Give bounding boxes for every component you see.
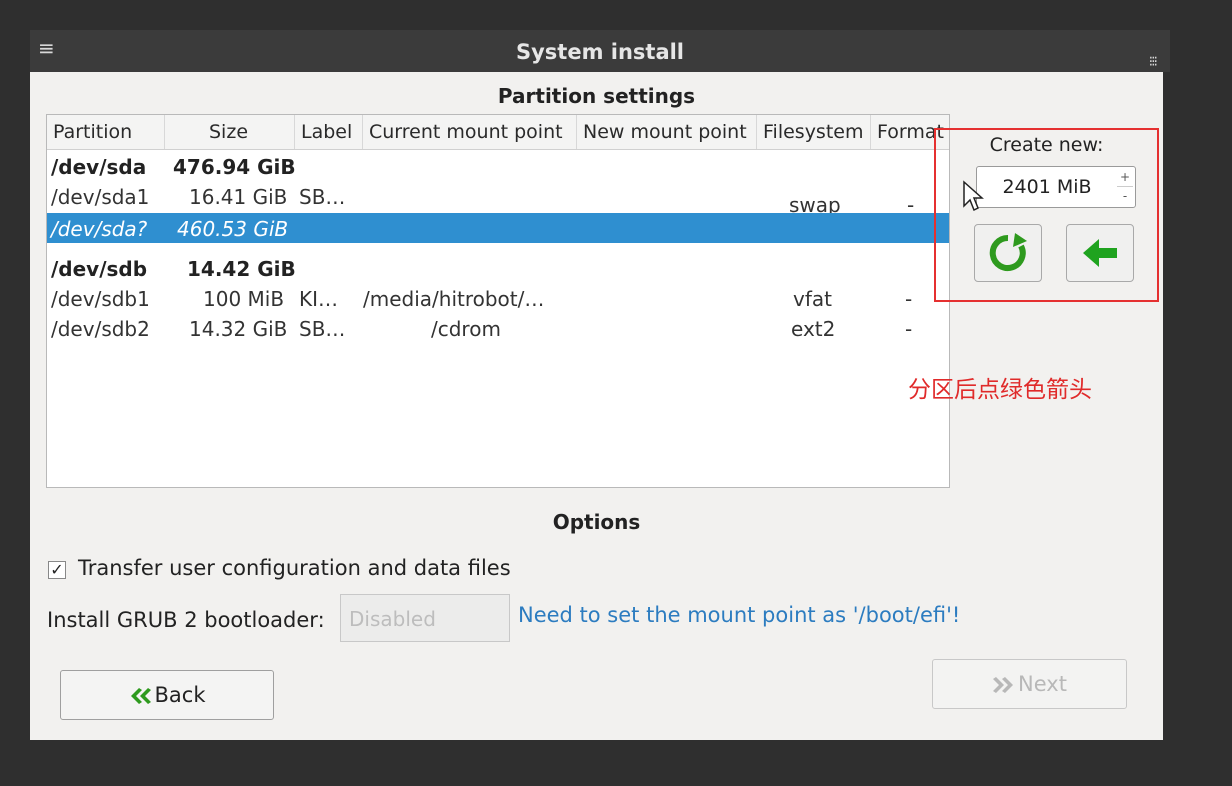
next-label: Next bbox=[1018, 672, 1067, 696]
partition-size: 460.53 GiB bbox=[177, 217, 289, 241]
partition-current-mount: /cdrom bbox=[431, 317, 501, 341]
title-bar: ≡ System install ⁝⁝⁝ bbox=[30, 30, 1170, 72]
partition-size: 14.42 GiB bbox=[187, 257, 296, 281]
column-header-new-mount[interactable]: New mount point bbox=[577, 115, 757, 149]
table-row-selected[interactable]: /dev/sda? 460.53 GiB bbox=[47, 213, 949, 243]
column-header-partition[interactable]: Partition bbox=[47, 115, 165, 149]
partition-name: /dev/sdb bbox=[51, 257, 148, 281]
window-menu-icon[interactable]: ⁝⁝⁝ bbox=[1149, 54, 1158, 70]
partition-size: 16.41 GiB bbox=[189, 185, 288, 209]
transfer-label[interactable]: Transfer user configuration and data fil… bbox=[78, 556, 511, 580]
apply-partition-button[interactable] bbox=[1066, 224, 1134, 282]
back-button[interactable]: Back bbox=[60, 670, 274, 720]
partition-current-mount: /media/hitrobot/… bbox=[363, 287, 545, 311]
spin-down-button[interactable]: - bbox=[1117, 187, 1133, 205]
next-arrows-icon bbox=[993, 677, 1014, 693]
partition-name: /dev/sda1 bbox=[51, 185, 150, 209]
annotation-note: 分区后点绿色箭头 bbox=[908, 377, 1092, 403]
back-arrows-icon bbox=[130, 688, 151, 704]
grub-warning: Need to set the mount point as '/boot/ef… bbox=[518, 603, 961, 627]
partition-size: 100 MiB bbox=[203, 287, 285, 311]
create-new-panel: Create new: + - bbox=[934, 128, 1159, 302]
create-new-label: Create new: bbox=[989, 134, 1104, 156]
mouse-cursor-icon bbox=[963, 180, 984, 212]
column-header-filesystem[interactable]: Filesystem bbox=[757, 115, 871, 149]
partition-size: 14.32 GiB bbox=[189, 317, 288, 341]
partition-name: /dev/sdb1 bbox=[51, 287, 150, 311]
partition-label: SB… bbox=[299, 317, 346, 341]
partition-filesystem: vfat bbox=[793, 287, 832, 311]
partition-name: /dev/sda? bbox=[51, 217, 148, 241]
size-input[interactable] bbox=[977, 167, 1117, 207]
next-button[interactable]: Next bbox=[932, 659, 1127, 709]
window-title: System install bbox=[515, 40, 685, 64]
transfer-checkbox[interactable]: ✓ bbox=[48, 561, 66, 579]
spin-up-button[interactable]: + bbox=[1117, 168, 1133, 187]
left-arrow-icon bbox=[1083, 239, 1117, 267]
partition-format: - bbox=[905, 317, 913, 341]
partition-label: SB… bbox=[299, 185, 346, 209]
partition-name: /dev/sda bbox=[51, 155, 147, 179]
back-label: Back bbox=[154, 683, 206, 707]
table-row[interactable]: /dev/sda1 16.41 GiB SB… swap - bbox=[47, 181, 949, 217]
partition-format: - bbox=[905, 287, 913, 311]
column-header-label[interactable]: Label bbox=[295, 115, 363, 149]
partition-table[interactable]: Partition Size Label Current mount point… bbox=[46, 114, 950, 488]
table-header: Partition Size Label Current mount point… bbox=[47, 115, 949, 150]
partition-settings-title: Partition settings bbox=[497, 84, 696, 108]
partition-name: /dev/sdb2 bbox=[51, 317, 150, 341]
reset-button[interactable] bbox=[974, 224, 1042, 282]
partition-filesystem: ext2 bbox=[791, 317, 836, 341]
size-spinner[interactable]: + - bbox=[976, 166, 1136, 208]
table-row[interactable]: /dev/sdb1 100 MiB KI… /media/hitrobot/… … bbox=[47, 283, 949, 313]
grub-label: Install GRUB 2 bootloader: bbox=[47, 608, 325, 632]
refresh-icon bbox=[989, 233, 1027, 271]
column-header-current-mount[interactable]: Current mount point bbox=[363, 115, 577, 149]
options-title: Options bbox=[552, 510, 641, 534]
column-header-size[interactable]: Size bbox=[165, 115, 295, 149]
table-row[interactable]: /dev/sdb 14.42 GiB bbox=[47, 253, 949, 283]
table-row[interactable]: /dev/sda 476.94 GiB bbox=[47, 151, 949, 181]
grub-dropdown[interactable]: Disabled bbox=[340, 594, 510, 642]
table-row[interactable]: /dev/sdb2 14.32 GiB SB… /cdrom ext2 - bbox=[47, 313, 949, 343]
partition-size: 476.94 GiB bbox=[173, 155, 296, 179]
partition-label: KI… bbox=[299, 287, 339, 311]
